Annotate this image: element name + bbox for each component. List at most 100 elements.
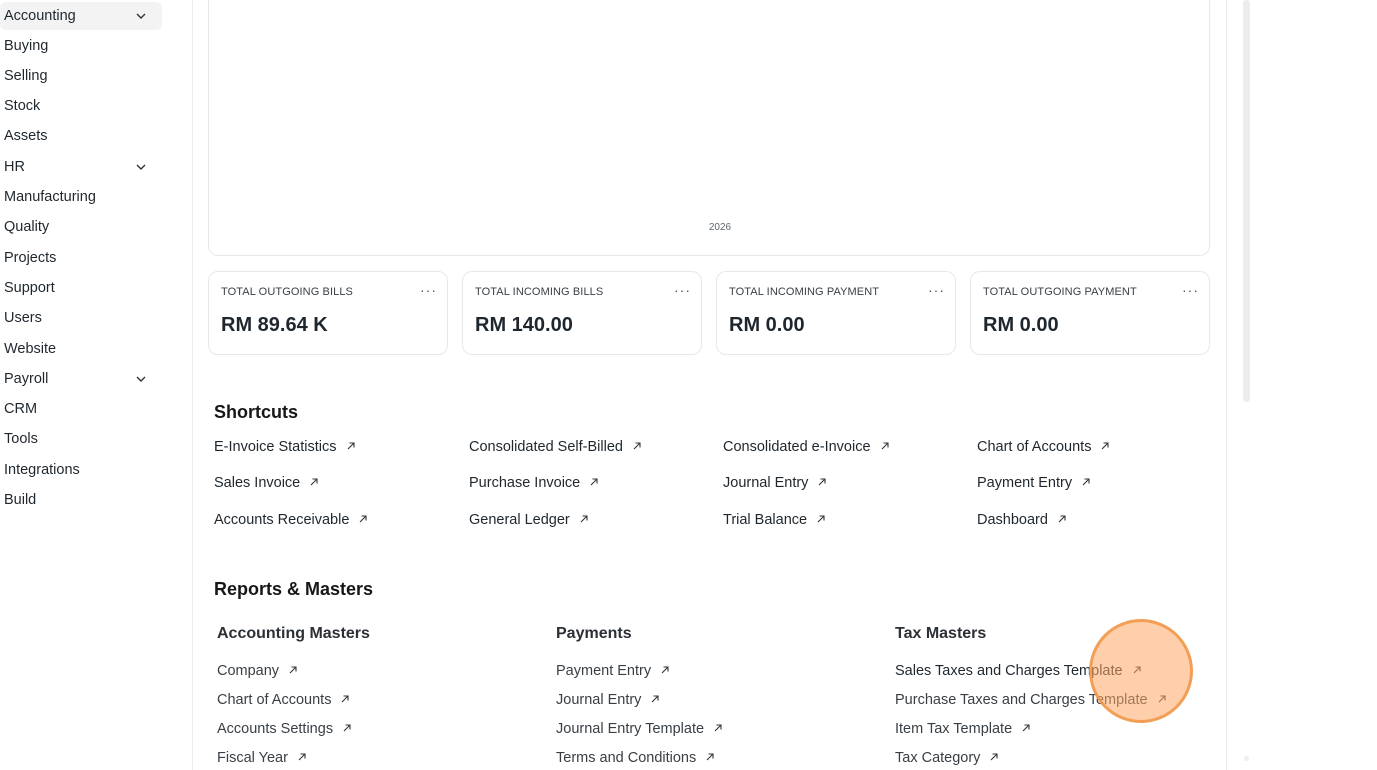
number-card-label: TOTAL OUTGOING BILLS <box>221 286 353 298</box>
sidebar-item-label: Accounting <box>4 8 76 24</box>
link-chart-of-accounts[interactable]: Chart of Accounts <box>217 692 352 708</box>
link-label: Fiscal Year <box>217 750 288 766</box>
reports-masters-heading: Reports & Masters <box>214 579 374 599</box>
link-label: Journal Entry <box>556 692 642 708</box>
sidebar-item-tools[interactable]: Tools <box>0 425 162 453</box>
arrow-up-right-icon <box>989 752 1001 764</box>
shortcut-label: Journal Entry <box>723 475 809 491</box>
link-label: Purchase Taxes and Charges Template <box>895 692 1148 708</box>
sidebar-item-label: Support <box>4 280 55 296</box>
sidebar-item-manufacturing[interactable]: Manufacturing <box>0 183 162 211</box>
shortcut-sales-invoice[interactable]: Sales Invoice <box>214 475 321 491</box>
link-accounts-settings[interactable]: Accounts Settings <box>217 721 354 737</box>
arrow-up-right-icon <box>297 752 309 764</box>
shortcut-label: Payment Entry <box>977 475 1073 491</box>
sidebar-item-users[interactable]: Users <box>0 304 162 332</box>
shortcut-dashboard[interactable]: Dashboard <box>977 512 1069 528</box>
shortcut-label: Accounts Receivable <box>214 512 350 528</box>
sidebar-item-selling[interactable]: Selling <box>0 62 162 90</box>
sidebar-item-label: Website <box>4 341 57 357</box>
shortcut-consolidated-e-invoice[interactable]: Consolidated e-Invoice <box>723 439 892 455</box>
sidebar-item-quality[interactable]: Quality <box>0 213 162 241</box>
link-label: Terms and Conditions <box>556 750 697 766</box>
shortcut-e-invoice-statistics[interactable]: E-Invoice Statistics <box>214 439 358 455</box>
chevron-down-icon[interactable] <box>134 372 148 386</box>
arrow-up-right-icon <box>1081 477 1093 489</box>
link-terms-and-conditions[interactable]: Terms and Conditions <box>556 750 717 766</box>
sidebar-item-projects[interactable]: Projects <box>0 244 162 272</box>
shortcut-label: Dashboard <box>977 512 1048 528</box>
sidebar-item-label: Manufacturing <box>4 189 96 205</box>
sidebar-item-label: Selling <box>4 68 48 84</box>
shortcut-label: General Ledger <box>469 512 570 528</box>
number-card-total-outgoing-payment[interactable]: TOTAL OUTGOING PAYMENT RM 0.00 ··· <box>970 271 1210 355</box>
more-options-icon[interactable]: ··· <box>928 282 945 298</box>
link-purchase-taxes-and-charges-template[interactable]: Purchase Taxes and Charges Template <box>895 692 1169 708</box>
link-label: Journal Entry Template <box>556 721 705 737</box>
shortcut-label: Chart of Accounts <box>977 439 1092 455</box>
number-card-total-incoming-payment[interactable]: TOTAL INCOMING PAYMENT RM 0.00 ··· <box>716 271 956 355</box>
link-payment-entry[interactable]: Payment Entry <box>556 663 672 679</box>
arrow-up-right-icon <box>660 665 672 677</box>
link-sales-taxes-and-charges-template[interactable]: Sales Taxes and Charges Template <box>895 663 1144 679</box>
arrow-up-right-icon <box>579 514 591 526</box>
sidebar-item-crm[interactable]: CRM <box>0 395 162 423</box>
sidebar-item-buying[interactable]: Buying <box>0 32 162 60</box>
sidebar-item-integrations[interactable]: Integrations <box>0 456 162 484</box>
link-item-tax-template[interactable]: Item Tax Template <box>895 721 1033 737</box>
sidebar: Accounting Buying Selling Stock Assets H… <box>0 0 192 770</box>
arrow-up-right-icon <box>1100 441 1112 453</box>
sidebar-item-hr[interactable]: HR <box>0 153 162 181</box>
sidebar-item-payroll[interactable]: Payroll <box>0 365 162 393</box>
number-card-value: RM 140.00 <box>475 314 573 336</box>
more-options-icon[interactable]: ··· <box>420 282 437 298</box>
arrow-up-right-icon <box>340 694 352 706</box>
sidebar-item-label: Integrations <box>4 462 80 478</box>
sidebar-item-website[interactable]: Website <box>0 335 162 363</box>
shortcut-chart-of-accounts[interactable]: Chart of Accounts <box>977 439 1112 455</box>
shortcut-consolidated-self-billed[interactable]: Consolidated Self-Billed <box>469 439 644 455</box>
sidebar-item-accounting[interactable]: Accounting <box>0 2 162 30</box>
sidebar-item-label: CRM <box>4 401 38 417</box>
scrollbar-end <box>1244 756 1249 761</box>
chevron-down-icon[interactable] <box>134 160 148 174</box>
shortcut-payment-entry[interactable]: Payment Entry <box>977 475 1093 491</box>
link-journal-entry-template[interactable]: Journal Entry Template <box>556 721 725 737</box>
more-options-icon[interactable]: ··· <box>674 282 691 298</box>
shortcut-label: Consolidated e-Invoice <box>723 439 871 455</box>
arrow-up-right-icon <box>650 694 662 706</box>
link-label: Accounts Settings <box>217 721 334 737</box>
shortcut-general-ledger[interactable]: General Ledger <box>469 512 591 528</box>
sidebar-item-support[interactable]: Support <box>0 274 162 302</box>
sidebar-item-stock[interactable]: Stock <box>0 92 162 120</box>
shortcut-accounts-receivable[interactable]: Accounts Receivable <box>214 512 370 528</box>
shortcut-purchase-invoice[interactable]: Purchase Invoice <box>469 475 601 491</box>
link-label: Payment Entry <box>556 663 652 679</box>
arrow-up-right-icon <box>713 723 725 735</box>
shortcuts-heading: Shortcuts <box>214 402 299 422</box>
arrow-up-right-icon <box>358 514 370 526</box>
sidebar-item-label: Projects <box>4 250 57 266</box>
shortcut-label: Trial Balance <box>723 512 808 528</box>
more-options-icon[interactable]: ··· <box>1182 282 1199 298</box>
shortcut-label: E-Invoice Statistics <box>214 439 337 455</box>
number-card-total-incoming-bills[interactable]: TOTAL INCOMING BILLS RM 140.00 ··· <box>462 271 702 355</box>
sidebar-item-label: Users <box>4 310 42 326</box>
scrollbar-thumb[interactable] <box>1243 0 1250 402</box>
shortcut-journal-entry[interactable]: Journal Entry <box>723 475 829 491</box>
link-journal-entry[interactable]: Journal Entry <box>556 692 662 708</box>
arrow-up-right-icon <box>342 723 354 735</box>
link-tax-category[interactable]: Tax Category <box>895 750 1001 766</box>
shortcut-trial-balance[interactable]: Trial Balance <box>723 512 828 528</box>
link-fiscal-year[interactable]: Fiscal Year <box>217 750 309 766</box>
arrow-up-right-icon <box>288 665 300 677</box>
reports-column-title-tax-masters: Tax Masters <box>895 625 987 642</box>
link-company[interactable]: Company <box>217 663 300 679</box>
link-label: Tax Category <box>895 750 981 766</box>
chevron-down-icon[interactable] <box>134 9 148 23</box>
sidebar-item-assets[interactable]: Assets <box>0 122 162 150</box>
sidebar-item-build[interactable]: Build <box>0 486 162 514</box>
chart-canvas: 2026 <box>709 222 732 233</box>
arrow-up-right-icon <box>309 477 321 489</box>
number-card-total-outgoing-bills[interactable]: TOTAL OUTGOING BILLS RM 89.64 K ··· <box>208 271 448 355</box>
